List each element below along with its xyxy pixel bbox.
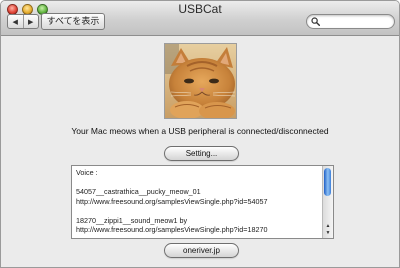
setting-button[interactable]: Setting...	[164, 146, 239, 161]
vertical-scrollbar[interactable]: ▲ ▼	[322, 166, 333, 238]
credits-line: http://www.freesound.org/samplesViewSing…	[76, 196, 268, 206]
credits-line: Voice :	[76, 168, 98, 177]
scroll-thumb[interactable]	[324, 168, 331, 196]
scroll-down-arrow-icon[interactable]: ▼	[325, 230, 331, 236]
show-all-button[interactable]: すべてを表示	[41, 13, 105, 30]
credits-line: 18270__zippi1__sound_meow1 by	[76, 215, 188, 225]
credits-content: Voice : 54057__castrathica__pucky_meow_0…	[76, 168, 316, 235]
forward-arrow-icon[interactable]: ▶	[22, 15, 39, 28]
back-arrow-icon[interactable]: ◀	[8, 15, 23, 28]
credits-text-area[interactable]: Voice : 54057__castrathica__pucky_meow_0…	[71, 165, 334, 239]
cat-image	[165, 44, 236, 118]
search-icon	[311, 17, 320, 26]
oneriver-link-button[interactable]: oneriver.jp	[164, 243, 239, 258]
credits-line	[76, 206, 316, 216]
credits-line: http://www.freesound.org/samplesViewSing…	[76, 225, 268, 234]
credits-line: 54057__castrathica__pucky_meow_01	[76, 187, 201, 196]
cat-photo	[164, 43, 237, 119]
description-text: Your Mac meows when a USB peripheral is …	[71, 126, 329, 136]
scroll-up-arrow-icon[interactable]: ▲	[325, 223, 331, 229]
title-bar: USBCat ◀ ▶ すべてを表示	[1, 1, 399, 36]
preferences-window: USBCat ◀ ▶ すべてを表示 Your Mac meows when a …	[0, 0, 400, 268]
back-forward-control: ◀ ▶	[7, 14, 39, 29]
credits-line	[76, 178, 316, 188]
search-field[interactable]	[306, 14, 395, 29]
